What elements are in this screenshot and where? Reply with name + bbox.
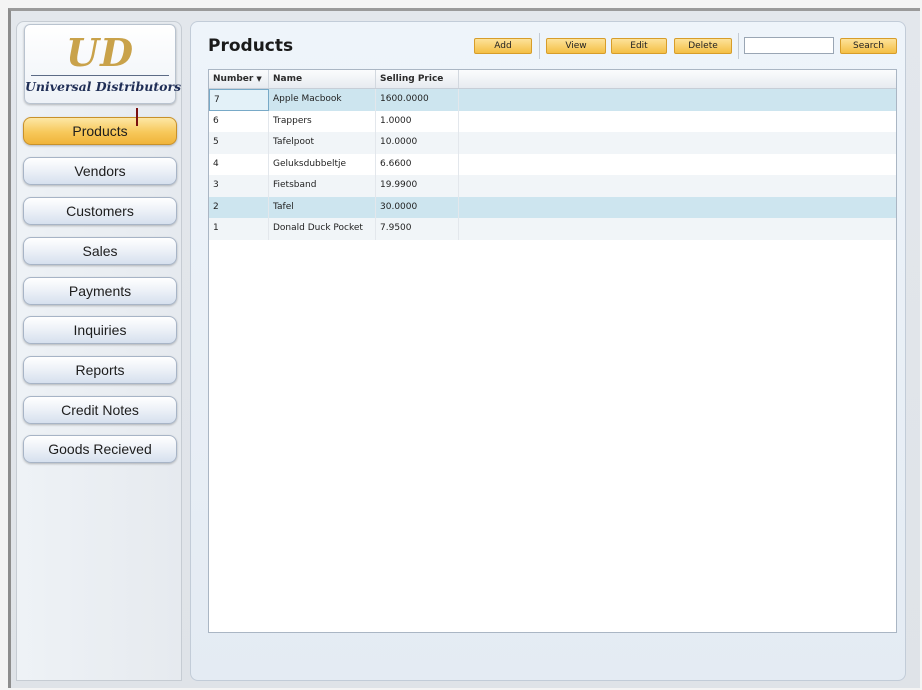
cell-price: 1.0000: [376, 110, 459, 132]
nav-button-products[interactable]: Products: [23, 117, 177, 145]
table-row[interactable]: 6 Trappers 1.0000: [209, 110, 896, 132]
cell-name: Trappers: [269, 110, 376, 132]
cell-number: 2: [209, 196, 269, 218]
cell-price: 1600.0000: [376, 89, 459, 111]
toolbar-separator: [738, 33, 739, 59]
nav-button-reports[interactable]: Reports: [23, 356, 177, 384]
cell-name: Donald Duck Pocket: [269, 218, 376, 240]
company-logo: UD Universal Distributors: [24, 24, 182, 104]
nav-button-vendors[interactable]: Vendors: [23, 157, 177, 185]
add-button[interactable]: Add: [474, 38, 532, 54]
cell-price: 19.9900: [376, 175, 459, 197]
cell-name: Tafel: [269, 196, 376, 218]
column-header-selling-price[interactable]: Selling Price: [376, 70, 459, 88]
column-header-name[interactable]: Name: [269, 70, 376, 88]
cell-price: 10.0000: [376, 132, 459, 154]
edit-button[interactable]: Edit: [611, 38, 667, 54]
view-button[interactable]: View: [546, 38, 606, 54]
sort-descending-icon: ▼: [256, 75, 262, 83]
cell-number: 7: [209, 89, 269, 111]
cell-number: 6: [209, 110, 269, 132]
text-cursor: [136, 108, 138, 126]
nav-button-payments[interactable]: Payments: [23, 277, 177, 305]
table-row[interactable]: 7 Apple Macbook 1600.0000: [209, 89, 896, 111]
logo-mark: UD: [65, 30, 135, 75]
logo-divider: [31, 75, 169, 76]
cell-number: 5: [209, 132, 269, 154]
table-row[interactable]: 1 Donald Duck Pocket 7.9500: [209, 218, 896, 240]
column-header-label: Number: [213, 74, 254, 84]
column-header-number[interactable]: Number ▼: [209, 70, 269, 88]
nav-button-goods-recieved[interactable]: Goods Recieved: [23, 435, 177, 463]
cell-name: Apple Macbook: [269, 89, 376, 111]
logo-company-name: Universal Distributors: [25, 79, 182, 94]
page-title: Products: [208, 36, 294, 56]
nav-button-inquiries[interactable]: Inquiries: [23, 316, 177, 344]
delete-button[interactable]: Delete: [674, 38, 732, 54]
search-input[interactable]: [744, 37, 834, 54]
table-row[interactable]: 4 Geluksdubbeltje 6.6600: [209, 153, 896, 175]
cell-name: Tafelpoot: [269, 132, 376, 154]
nav-button-credit-notes[interactable]: Credit Notes: [23, 396, 177, 424]
cell-price: 6.6600: [376, 153, 459, 175]
table-header: Number ▼ Name Selling Price: [209, 70, 896, 89]
table-row[interactable]: 2 Tafel 30.0000: [209, 196, 896, 218]
cell-price: 7.9500: [376, 218, 459, 240]
cell-name: Fietsband: [269, 175, 376, 197]
toolbar-separator: [539, 33, 540, 59]
nav-button-customers[interactable]: Customers: [23, 197, 177, 225]
cell-number: 3: [209, 175, 269, 197]
cell-price: 30.0000: [376, 196, 459, 218]
table-row[interactable]: 5 Tafelpoot 10.0000: [209, 132, 896, 154]
cell-number: 1: [209, 218, 269, 240]
cell-name: Geluksdubbeltje: [269, 153, 376, 175]
products-table[interactable]: Number ▼ Name Selling Price 7 Apple Macbo…: [208, 69, 897, 633]
table-row[interactable]: 3 Fietsband 19.9900: [209, 175, 896, 197]
cell-number: 4: [209, 153, 269, 175]
nav-button-sales[interactable]: Sales: [23, 237, 177, 265]
search-button[interactable]: Search: [840, 38, 897, 54]
